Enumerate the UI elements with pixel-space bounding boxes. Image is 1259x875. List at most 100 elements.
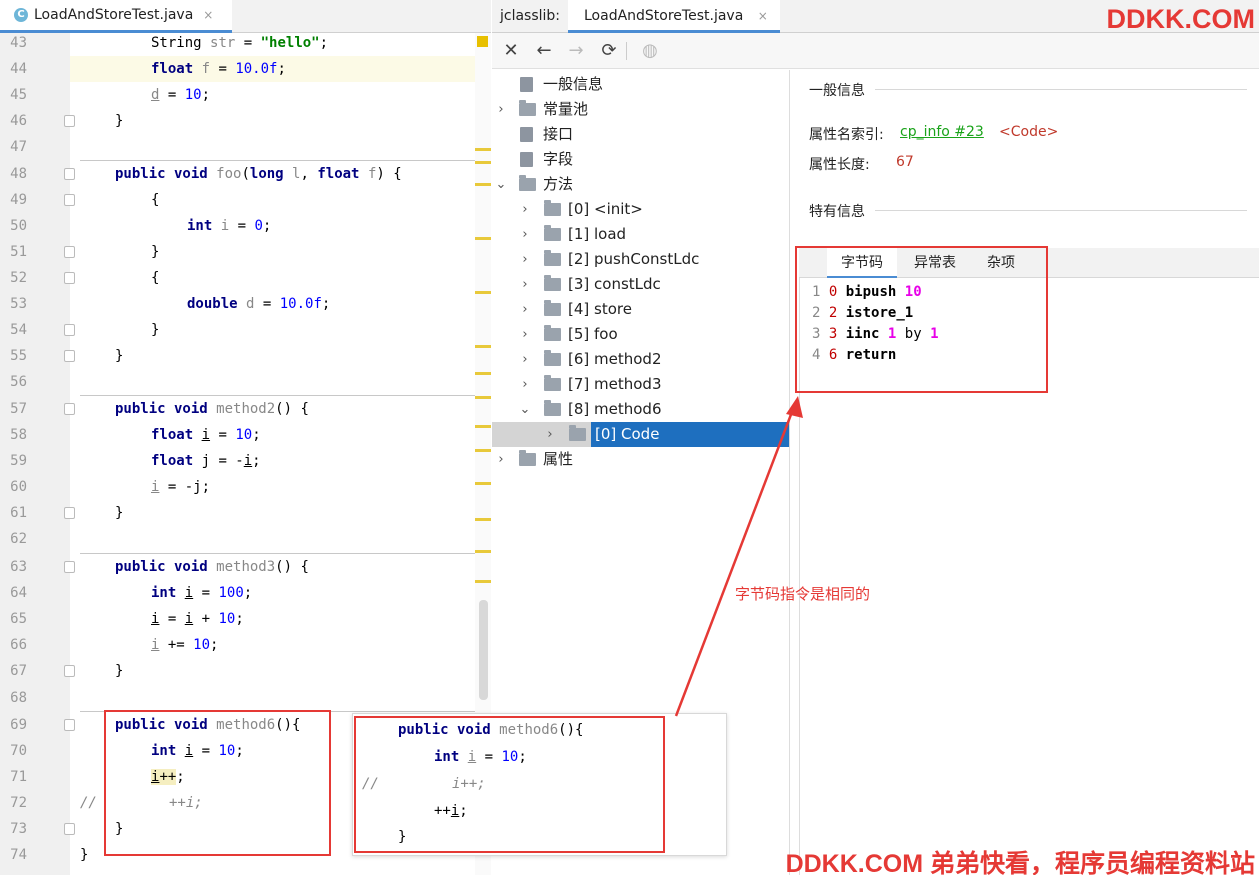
fold-icon[interactable] (64, 350, 75, 362)
code-text[interactable]: } (80, 842, 88, 868)
chevron-right-icon[interactable]: › (495, 97, 507, 122)
fold-icon[interactable] (64, 168, 75, 180)
fold-icon[interactable] (64, 665, 75, 677)
close-icon[interactable]: × (203, 8, 213, 22)
code-text[interactable]: } (115, 658, 123, 684)
code-text[interactable]: double d = 10.0f; (187, 291, 330, 317)
chevron-right-icon[interactable]: › (544, 422, 556, 447)
chevron-right-icon[interactable]: › (495, 447, 507, 472)
fold-icon[interactable] (64, 823, 75, 835)
code-text[interactable]: d = 10; (151, 82, 210, 108)
cp-info-link[interactable]: cp_info #23 (900, 124, 984, 140)
code-text[interactable]: float f = 10.0f; (151, 56, 286, 82)
fold-icon[interactable] (64, 115, 75, 127)
tree-node-method[interactable]: › [1] load (492, 222, 790, 247)
close-icon[interactable]: × (758, 9, 768, 23)
tree-node-methods[interactable]: ⌄ 方法 (492, 172, 790, 197)
code-text[interactable]: int i = 100; (151, 580, 252, 606)
code-text[interactable]: { (151, 265, 159, 291)
chevron-right-icon[interactable]: › (519, 322, 531, 347)
tree-node-method[interactable]: › [3] constLdc (492, 272, 790, 297)
document-icon (520, 77, 533, 92)
tree-node-method[interactable]: › [0] <init> (492, 197, 790, 222)
tree-node-constant-pool[interactable]: › 常量池 (492, 97, 790, 122)
stripe-mark[interactable] (475, 580, 491, 583)
fold-icon[interactable] (64, 719, 75, 731)
stripe-mark[interactable] (475, 345, 491, 348)
code-line: 50 int i = 0; (0, 213, 491, 239)
fold-icon[interactable] (64, 403, 75, 415)
fold-icon[interactable] (64, 324, 75, 336)
code-text[interactable]: float j = -i; (151, 448, 261, 474)
jclasslib-tab[interactable]: LoadAndStoreTest.java × (568, 0, 780, 33)
warning-icon[interactable] (477, 36, 488, 47)
code-text[interactable]: } (115, 108, 123, 134)
fold-icon[interactable] (64, 246, 75, 258)
line-number: 63 (10, 559, 27, 575)
chevron-right-icon[interactable]: › (519, 272, 531, 297)
tree-node-fields[interactable]: 字段 (492, 147, 790, 172)
tree-node-method[interactable]: ⌄ [8] method6 (492, 397, 790, 422)
code-text[interactable]: public void foo(long l, float f) { (115, 161, 402, 187)
stripe-mark[interactable] (475, 291, 491, 294)
code-line: 52 { (0, 265, 491, 291)
code-text[interactable]: float i = 10; (151, 422, 261, 448)
code-text[interactable]: } (115, 343, 123, 369)
code-text[interactable]: public void method3() { (115, 554, 309, 580)
stripe-mark[interactable] (475, 482, 491, 485)
tree-node-label: 字段 (543, 150, 574, 168)
line-number: 45 (10, 87, 27, 103)
code-text[interactable]: int i = 0; (187, 213, 271, 239)
code-text[interactable]: } (151, 317, 159, 343)
chevron-right-icon[interactable]: › (519, 222, 531, 247)
stripe-mark[interactable] (475, 518, 491, 521)
line-number: 64 (10, 585, 27, 601)
code-text[interactable]: public void method2() { (115, 396, 309, 422)
stripe-mark[interactable] (475, 372, 491, 375)
line-number: 53 (10, 296, 27, 312)
chevron-right-icon[interactable]: › (519, 372, 531, 397)
code-text[interactable]: } (115, 500, 123, 526)
stripe-mark[interactable] (475, 183, 491, 186)
refresh-icon[interactable]: ⟳ (595, 33, 623, 69)
tree-node-general-info[interactable]: 一般信息 (492, 72, 790, 97)
chevron-right-icon[interactable]: › (519, 197, 531, 222)
browser-icon[interactable]: ◍ (636, 33, 664, 69)
editor-scrollbar[interactable] (479, 600, 488, 700)
close-icon[interactable]: ✕ (497, 33, 525, 69)
tree-node-method[interactable]: › [5] foo (492, 322, 790, 347)
stripe-mark[interactable] (475, 161, 491, 164)
chevron-down-icon[interactable]: ⌄ (519, 397, 531, 422)
chevron-right-icon[interactable]: › (519, 247, 531, 272)
stripe-mark[interactable] (475, 237, 491, 240)
code-text[interactable]: i += 10; (151, 632, 218, 658)
chevron-right-icon[interactable]: › (519, 297, 531, 322)
chevron-right-icon[interactable]: › (519, 347, 531, 372)
forward-icon[interactable]: → (562, 33, 590, 69)
stripe-mark[interactable] (475, 550, 491, 553)
tree-node-interfaces[interactable]: 接口 (492, 122, 790, 147)
code-text[interactable]: i = -j; (151, 474, 210, 500)
stripe-mark[interactable] (475, 396, 491, 399)
tree-node-method[interactable]: › [6] method2 (492, 347, 790, 372)
stripe-mark[interactable] (475, 449, 491, 452)
back-icon[interactable]: ← (530, 33, 558, 69)
tree-node-label: [0] Code (591, 422, 789, 447)
code-text[interactable]: } (151, 239, 159, 265)
chevron-down-icon[interactable]: ⌄ (495, 172, 507, 197)
editor-tab[interactable]: C LoadAndStoreTest.java × (0, 0, 232, 33)
stripe-mark[interactable] (475, 148, 491, 151)
code-text[interactable]: i = i + 10; (151, 606, 244, 632)
tree-node-code[interactable]: › [0] Code (492, 422, 790, 447)
code-text[interactable]: { (151, 187, 159, 213)
tree-node-method[interactable]: › [2] pushConstLdc (492, 247, 790, 272)
fold-icon[interactable] (64, 272, 75, 284)
tree-node-method[interactable]: › [7] method3 (492, 372, 790, 397)
fold-icon[interactable] (64, 561, 75, 573)
stripe-mark[interactable] (475, 425, 491, 428)
fold-icon[interactable] (64, 194, 75, 206)
fold-icon[interactable] (64, 507, 75, 519)
code-text[interactable]: String str = "hello"; (151, 30, 328, 56)
tree-node-method[interactable]: › [4] store (492, 297, 790, 322)
tree-node-attributes[interactable]: › 属性 (492, 447, 790, 472)
